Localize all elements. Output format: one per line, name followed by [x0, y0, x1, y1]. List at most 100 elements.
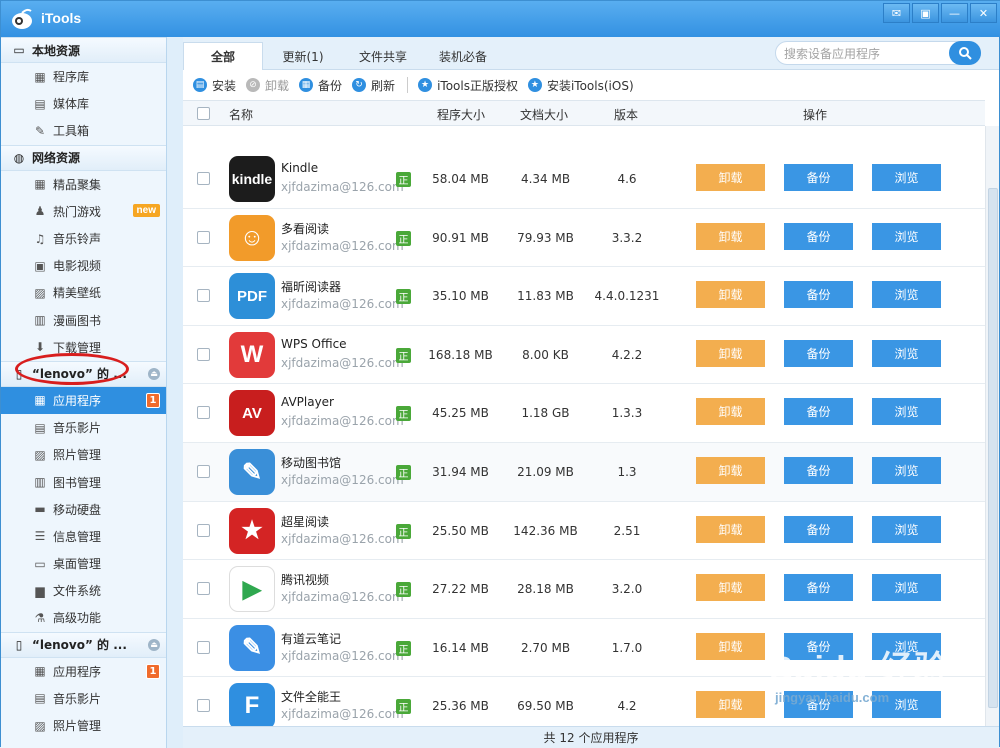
sidebar-item[interactable]: ⚗ 高级功能 — [1, 604, 166, 631]
header-doc-size[interactable]: 文档大小 — [520, 106, 568, 123]
sidebar-item[interactable]: ▦ 应用程序 1 — [1, 658, 166, 685]
sidebar-item[interactable]: ▆ 文件系统 — [1, 577, 166, 604]
tab-updates[interactable]: 更新(1) — [263, 42, 343, 70]
app-icon-glyph: ☺ — [239, 223, 265, 251]
table-row[interactable]: kindle Kindle xjfdazima@126.com 正 58.04 MB 4.… — [183, 150, 985, 209]
tab-all[interactable]: 全部 — [183, 42, 263, 70]
browse-button[interactable]: 浏览 — [872, 515, 941, 543]
sidebar-section-header[interactable]: ◍ 网络资源 — [1, 144, 166, 171]
uninstall-button[interactable]: 卸载 — [696, 457, 765, 484]
row-checkbox[interactable] — [197, 289, 210, 303]
app-account: xjfdazima@126.com — [281, 648, 404, 663]
uninstall-button[interactable]: 卸载 — [696, 574, 765, 602]
header-version[interactable]: 版本 — [614, 106, 638, 123]
sidebar-item[interactable]: ▤ 媒体库 — [1, 90, 166, 117]
table-row[interactable]: AV AVPlayer xjfdazima@126.com 正 45.25 MB 1.18… — [183, 384, 985, 443]
auth-button[interactable]: ★ iTools正版授权 — [418, 77, 518, 94]
table-row[interactable]: W WPS Office xjfdazima@126.com 正 168.18 MB 8.… — [183, 325, 985, 385]
row-checkbox[interactable] — [197, 640, 210, 654]
sidebar-item[interactable]: ♟ 热门游戏 new — [1, 198, 166, 225]
scrollbar[interactable] — [985, 126, 999, 726]
message-icon[interactable]: ✉ — [883, 3, 910, 23]
table-row[interactable]: ☺ 多看阅读 xjfdazima@126.com 正 90.91 MB 79.93 MB 3… — [183, 208, 985, 268]
select-all-checkbox[interactable] — [197, 107, 210, 120]
uninstall-button[interactable]: 卸载 — [696, 164, 765, 191]
backup-button[interactable]: 备份 — [784, 339, 853, 367]
row-checkbox[interactable] — [197, 406, 210, 420]
row-checkbox[interactable] — [197, 465, 210, 478]
uninstall-button[interactable]: 卸载 — [696, 281, 765, 309]
uninstall-button[interactable]: 卸载 — [696, 691, 765, 719]
sidebar-item-label: 信息管理 — [53, 529, 102, 544]
row-checkbox[interactable] — [197, 699, 210, 713]
uninstall-button[interactable]: 卸载 — [696, 222, 765, 250]
sidebar-item[interactable]: ▭ 桌面管理 — [1, 550, 166, 577]
sidebar-item[interactable]: ▬ 移动硬盘 — [1, 496, 166, 523]
backup-button[interactable]: 备份 — [784, 457, 853, 484]
sidebar-section-header[interactable]: ▭ 本地资源 — [1, 37, 166, 63]
table-row[interactable]: ▶ 腾讯视频 xjfdazima@126.com 正 27.22 MB 28.18 MB 3… — [183, 560, 985, 619]
tab-essentials[interactable]: 装机必备 — [423, 42, 503, 70]
browse-button[interactable]: 浏览 — [872, 574, 941, 602]
close-icon[interactable]: ✕ — [970, 3, 997, 23]
sidebar-item[interactable]: ▥ 图书管理 — [1, 468, 166, 495]
uninstall-button[interactable]: 卸载 — [696, 515, 765, 543]
search-input[interactable]: 搜索设备应用程序 — [775, 41, 981, 65]
header-name[interactable]: 名称 — [229, 106, 253, 123]
uninstall-button[interactable]: ⊘ 卸载 — [246, 77, 289, 94]
eject-icon[interactable]: ⏏ — [148, 367, 160, 380]
browse-button[interactable]: 浏览 — [872, 457, 941, 484]
backup-button[interactable]: 备份 — [784, 574, 853, 602]
backup-button[interactable]: ▦ 备份 — [299, 77, 342, 94]
row-checkbox[interactable] — [197, 172, 210, 185]
sidebar-item[interactable]: ♫ 音乐铃声 — [1, 225, 166, 252]
table-row[interactable]: PDF 福昕阅读器 xjfdazima@126.com 正 35.10 MB 11.83 … — [183, 267, 985, 326]
row-checkbox[interactable] — [197, 347, 210, 361]
sidebar-section-header[interactable]: ▯ “lenovo” 的 ... ⏏ — [1, 631, 166, 658]
sidebar-item[interactable]: ▦ 程序库 — [1, 63, 166, 90]
backup-label: 备份 — [318, 78, 343, 93]
contact-icon: ☰ — [34, 529, 46, 544]
browse-button[interactable]: 浏览 — [872, 164, 941, 191]
uninstall-button[interactable]: 卸载 — [696, 339, 765, 367]
refresh-button[interactable]: ↻ 刷新 — [352, 77, 395, 94]
sidebar-item[interactable]: ▨ 精美壁纸 — [1, 279, 166, 306]
browse-button[interactable]: 浏览 — [872, 222, 941, 250]
sidebar-item[interactable]: ▤ 音乐影片 — [1, 414, 166, 441]
browse-button[interactable]: 浏览 — [872, 398, 941, 426]
sidebar-item[interactable]: ▤ 音乐影片 — [1, 685, 166, 712]
header-app-size[interactable]: 程序大小 — [437, 106, 485, 123]
sidebar-item[interactable]: ☰ 信息管理 — [1, 523, 166, 550]
row-checkbox[interactable] — [197, 582, 210, 596]
browse-button[interactable]: 浏览 — [872, 281, 941, 309]
backup-button[interactable]: 备份 — [784, 398, 853, 426]
install-button[interactable]: ▤ 安装 — [193, 77, 236, 94]
row-checkbox[interactable] — [197, 230, 210, 244]
backup-button[interactable]: 备份 — [784, 515, 853, 543]
uninstall-button[interactable]: 卸载 — [696, 398, 765, 426]
skin-icon[interactable]: ▣ — [912, 3, 939, 23]
sidebar-item[interactable]: ▨ 照片管理 — [1, 441, 166, 468]
sidebar-splitter[interactable] — [167, 37, 183, 748]
table-row[interactable]: ★ 超星阅读 xjfdazima@126.com 正 25.50 MB 142.36 MB… — [183, 501, 985, 561]
sidebar-item[interactable]: ▥ 漫画图书 — [1, 307, 166, 334]
install-ios-button[interactable]: ★ 安装iTools(iOS) — [527, 77, 634, 94]
sidebar-item[interactable]: ▦ 应用程序 1 — [1, 386, 166, 415]
tab-file-sharing[interactable]: 文件共享 — [343, 42, 423, 70]
sidebar-item[interactable]: ▨ 照片管理 — [1, 712, 166, 739]
backup-button[interactable]: 备份 — [784, 222, 853, 250]
backup-button[interactable]: 备份 — [784, 164, 853, 191]
row-checkbox[interactable] — [197, 523, 210, 537]
scrollbar-thumb[interactable] — [988, 188, 998, 708]
minimize-icon[interactable]: — — [941, 3, 968, 23]
app-icon-glyph: W — [240, 340, 264, 368]
uninstall-button[interactable]: 卸载 — [696, 632, 765, 660]
eject-icon[interactable]: ⏏ — [148, 638, 160, 651]
sidebar-item[interactable]: ▣ 电影视频 — [1, 252, 166, 279]
browse-button[interactable]: 浏览 — [872, 339, 941, 367]
sidebar-item[interactable]: ▦ 精品聚集 — [1, 171, 166, 198]
backup-button[interactable]: 备份 — [784, 281, 853, 309]
sidebar-item[interactable]: ✎ 工具箱 — [1, 117, 166, 144]
search-button[interactable] — [949, 41, 981, 65]
table-row[interactable]: ✎ 移动图书馆 xjfdazima@126.com 正 31.94 MB 21.09 MB… — [183, 443, 985, 502]
